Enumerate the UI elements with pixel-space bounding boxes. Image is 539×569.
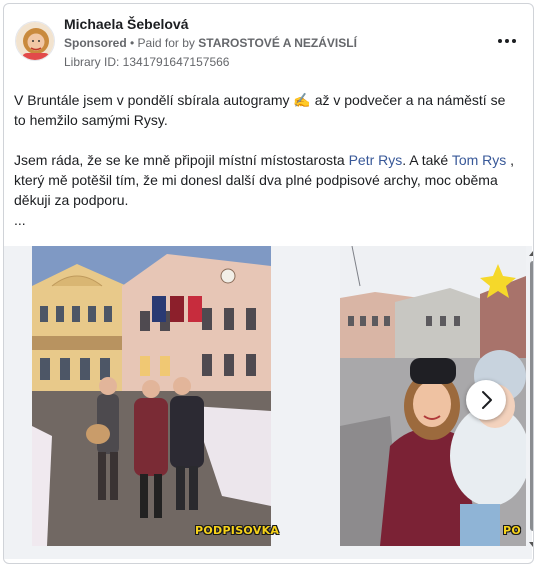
photo-badge-2: PO bbox=[503, 524, 522, 537]
media-carousel: PODPISOVKA PO bbox=[4, 246, 532, 559]
paid-for-by-label: • Paid for by bbox=[126, 36, 199, 50]
scrollbar-thumb[interactable] bbox=[530, 261, 533, 531]
ad-card: Michaela Šebelová Sponsored • Paid for b… bbox=[3, 3, 534, 564]
scroll-down-icon[interactable] bbox=[529, 542, 533, 547]
chevron-right-icon bbox=[482, 391, 492, 409]
sponsored-label: Sponsored bbox=[64, 36, 127, 50]
carousel-next-button[interactable] bbox=[466, 380, 506, 420]
post-ellipsis[interactable]: ... bbox=[14, 210, 519, 230]
library-id: Library ID: 1341791647157566 bbox=[64, 55, 230, 69]
scrollbar[interactable] bbox=[529, 249, 533, 549]
mention-link-petr-rys[interactable]: Petr Rys bbox=[349, 152, 403, 168]
photo-badge-1: PODPISOVKA bbox=[195, 524, 280, 537]
post-text-2a: Jsem ráda, že se ke mně připojil místní … bbox=[14, 152, 349, 168]
post-paragraph-1: V Bruntále jsem v pondělí sbírala autogr… bbox=[14, 90, 519, 130]
sponsor-line: Sponsored • Paid for by STAROSTOVÉ A NEZ… bbox=[64, 36, 357, 50]
mention-link-tom-rys[interactable]: Tom Rys bbox=[452, 152, 506, 168]
avatar[interactable] bbox=[15, 21, 55, 61]
post-body: V Bruntále jsem v pondělí sbírala autogr… bbox=[14, 90, 519, 230]
payer-name[interactable]: STAROSTOVÉ A NEZÁVISLÍ bbox=[198, 36, 357, 50]
post-text-2b: . A také bbox=[402, 152, 452, 168]
carousel-photo-1[interactable] bbox=[32, 246, 271, 546]
post-paragraph-2: Jsem ráda, že se ke mně připojil místní … bbox=[14, 150, 519, 210]
scroll-up-icon[interactable] bbox=[529, 251, 533, 256]
writing-hand-emoji: ✍️ bbox=[293, 92, 311, 108]
post-text-1a: V Bruntále jsem v pondělí sbírala autogr… bbox=[14, 92, 294, 108]
author-name[interactable]: Michaela Šebelová bbox=[64, 16, 189, 32]
more-horizontal-icon[interactable] bbox=[496, 34, 518, 48]
